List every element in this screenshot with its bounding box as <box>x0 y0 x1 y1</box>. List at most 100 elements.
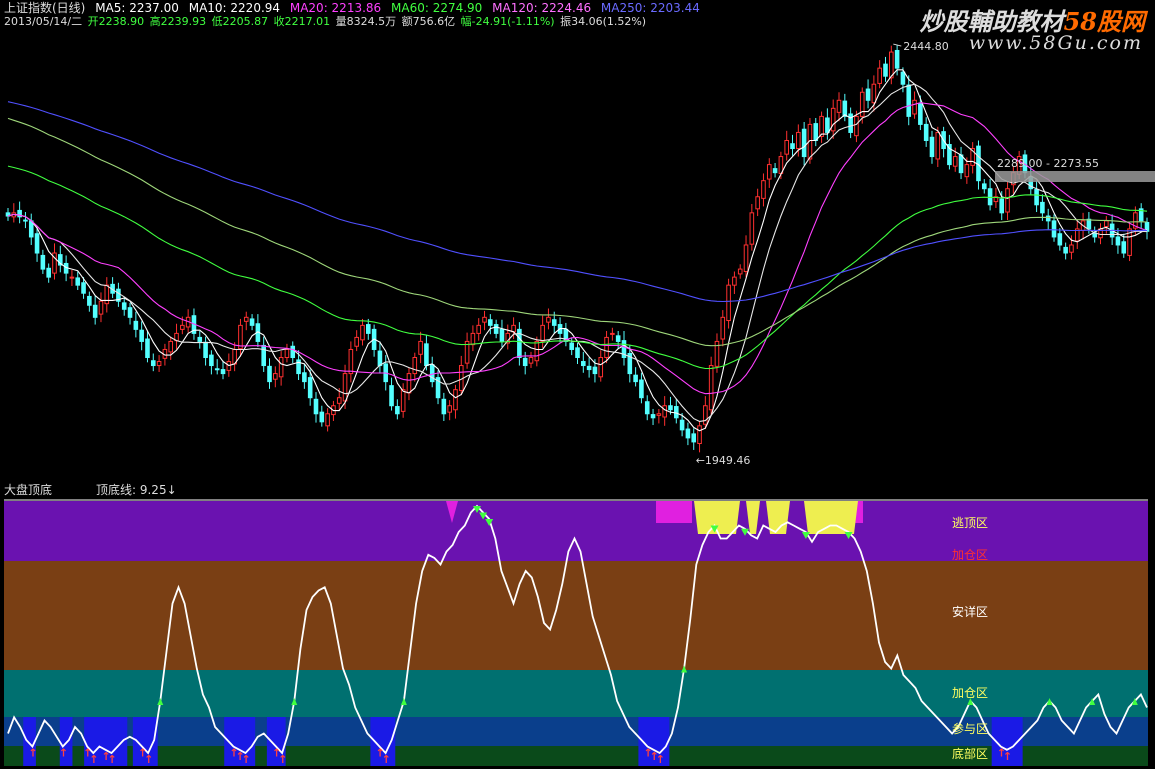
candle-body <box>377 350 383 367</box>
candle-body <box>69 276 75 279</box>
candle-body <box>598 357 604 378</box>
buy-marker: ↑ <box>1003 750 1012 763</box>
candle-body <box>987 188 993 206</box>
candle-body <box>790 143 795 150</box>
candle-body <box>900 71 906 85</box>
candle-body <box>441 398 447 415</box>
candle-body <box>348 348 354 375</box>
watermark-url: www.58Gu.com <box>968 32 1143 54</box>
high-label: 高2239.93 <box>149 15 207 28</box>
candle-body <box>540 324 545 342</box>
candle-body <box>180 324 185 330</box>
candle-body <box>528 357 534 364</box>
ma5-label: MA5: 2237.00 <box>95 1 179 15</box>
candle-body <box>673 406 679 419</box>
zone-label: 加仓区 <box>952 686 988 700</box>
amplitude-label: 振34.06(1.52%) <box>560 15 647 28</box>
candle-body <box>290 345 296 359</box>
ma60-line <box>7 165 1148 370</box>
candle-body <box>819 115 824 137</box>
candle-body <box>302 372 307 383</box>
buy-marker: ↑ <box>656 753 665 766</box>
candle-body <box>981 183 987 190</box>
candle-body <box>400 389 406 412</box>
date-label: 2013/05/14/二 <box>4 15 83 28</box>
candle-body <box>906 84 912 117</box>
candle-body <box>336 397 342 404</box>
candle-body <box>796 131 801 150</box>
candle-body <box>726 284 731 322</box>
candle-body <box>354 336 359 347</box>
candle-body <box>952 156 958 167</box>
candle-body <box>267 365 272 383</box>
candle-body <box>697 425 702 445</box>
candle-body <box>929 136 935 158</box>
indicator-name: 大盘顶底 <box>4 483 53 497</box>
candle-body <box>209 354 214 367</box>
price-band <box>995 171 1155 182</box>
candle-body <box>1104 220 1109 227</box>
ma250-label: MA250: 2203.44 <box>600 1 700 15</box>
candle-body <box>1005 188 1010 213</box>
candle-body <box>243 316 249 322</box>
candle-body <box>633 374 638 383</box>
candle-body <box>75 277 81 286</box>
buy-marker: ↑ <box>278 753 287 766</box>
candle-body <box>964 164 970 178</box>
candle-body <box>121 302 127 310</box>
low-annotation: ←1949.46 <box>696 454 751 467</box>
top-block-yellow <box>804 501 858 534</box>
candle-body <box>720 316 726 340</box>
candle-body <box>656 413 662 416</box>
ohlc-info-bar: 2013/05/14/二 开2238.90 高2239.93 低2205.87 … <box>4 14 652 30</box>
candle-body <box>203 341 208 359</box>
candle-body <box>1121 241 1127 254</box>
candle-body <box>918 103 923 125</box>
candle-body <box>737 268 743 275</box>
candle-body <box>772 168 778 174</box>
buy-marker: ↑ <box>242 753 251 766</box>
candle-body <box>999 198 1005 214</box>
candle-body <box>307 377 313 399</box>
candle-body <box>418 340 423 355</box>
candle-body <box>87 295 92 306</box>
buy-marker: ↑ <box>144 753 153 766</box>
candle-body <box>761 180 766 199</box>
candle-body <box>1051 220 1057 238</box>
candle-body <box>40 254 46 270</box>
candle-body <box>476 324 482 334</box>
candle-body <box>889 51 894 79</box>
candle-body <box>249 318 255 326</box>
candle-body <box>534 340 540 362</box>
candle-body <box>784 139 790 155</box>
candle-body <box>581 361 586 367</box>
candle-body <box>284 348 290 359</box>
candle-body <box>1045 215 1051 222</box>
candle-body <box>127 307 133 318</box>
candle-body <box>325 413 330 427</box>
candle-body <box>923 123 929 141</box>
candle-body <box>1040 201 1045 214</box>
candle-body <box>592 366 598 375</box>
candle-body <box>877 67 882 84</box>
candle-body <box>214 368 220 371</box>
buy-marker: ↑ <box>28 747 37 760</box>
volume-label: 量8324.5万 <box>335 15 397 28</box>
candle-body <box>429 364 435 383</box>
candle-body <box>766 164 772 180</box>
candle-body <box>842 100 848 117</box>
candle-body <box>708 365 714 411</box>
candle-body <box>406 373 412 394</box>
zone-label: 底部区 <box>952 746 988 761</box>
candle-body <box>499 328 505 342</box>
candle-body <box>522 357 528 367</box>
candle-body <box>81 282 86 294</box>
candle-body <box>668 405 673 411</box>
ma60-label: MA60: 2274.90 <box>391 1 483 15</box>
candle-body <box>342 373 348 402</box>
candle-body <box>28 220 34 238</box>
candle-body <box>511 324 516 333</box>
candle-body <box>98 300 104 315</box>
candle-body <box>360 324 365 341</box>
candle-body <box>854 115 859 137</box>
